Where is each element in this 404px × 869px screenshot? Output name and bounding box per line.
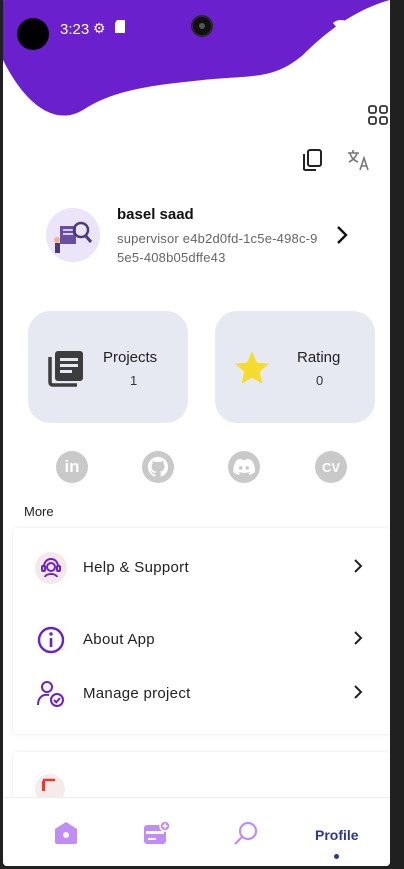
menu-item-label: About App xyxy=(83,631,155,648)
github-icon[interactable] xyxy=(142,451,174,483)
menu-item-label: Manage project xyxy=(83,685,191,702)
profile-name: basel saad xyxy=(117,206,194,223)
manage-users-icon xyxy=(35,678,67,710)
translate-icon[interactable] xyxy=(345,147,373,173)
app-screen: 3:23 ⚙ basel saad supervisor e4b2d0fd-1c… xyxy=(3,0,390,866)
copy-icon[interactable] xyxy=(299,147,325,173)
star-icon xyxy=(235,351,269,384)
projects-value: 1 xyxy=(130,373,138,388)
qr-scan-icon[interactable] xyxy=(365,102,390,128)
more-section-label: More xyxy=(24,504,54,519)
rating-value: 0 xyxy=(316,373,324,388)
battery-icon xyxy=(375,19,384,34)
settings-gear-icon: ⚙ xyxy=(93,20,106,36)
projects-stat-card[interactable]: Projects 1 xyxy=(28,311,188,423)
cv-icon[interactable]: CV xyxy=(315,451,347,483)
rating-label: Rating xyxy=(297,349,341,366)
profile-role-id: supervisor e4b2d0fd-1c5e-498c-95e5-408b0… xyxy=(117,231,318,265)
discord-icon[interactable] xyxy=(228,451,260,483)
avatar xyxy=(46,208,100,262)
info-icon xyxy=(35,624,67,656)
chevron-right-icon xyxy=(354,559,363,573)
menu-item-manage-project[interactable]: Manage project xyxy=(13,672,390,716)
profile-card[interactable]: basel saad supervisor e4b2d0fd-1c5e-498c… xyxy=(43,203,363,273)
cv-text: CV xyxy=(321,459,341,475)
linkedin-icon[interactable]: in xyxy=(56,451,88,483)
bottom-navigation: Profile xyxy=(3,797,390,866)
rating-stat-card[interactable]: Rating 0 xyxy=(215,311,375,423)
chevron-right-icon[interactable] xyxy=(335,225,349,245)
support-agent-icon xyxy=(35,552,67,584)
front-camera xyxy=(191,15,213,37)
nav-profile-label[interactable]: Profile xyxy=(315,827,359,843)
system-icons xyxy=(333,19,384,34)
phone-frame: 3:23 ⚙ basel saad supervisor e4b2d0fd-1c… xyxy=(0,0,404,869)
menu-item-about-app[interactable]: About App xyxy=(13,618,390,662)
search-icon[interactable] xyxy=(233,820,259,851)
wifi-icon xyxy=(333,20,349,33)
linkedin-text: in xyxy=(64,457,80,476)
status-bar: 3:23 ⚙ xyxy=(3,0,390,56)
punch-hole-camera xyxy=(17,18,49,50)
chevron-right-icon xyxy=(354,685,363,699)
menu-item-help-support[interactable]: Help & Support xyxy=(13,546,390,590)
menu-card: Help & Support About App Manage project xyxy=(13,528,390,734)
menu-item-label: Help & Support xyxy=(83,559,189,576)
projects-label: Projects xyxy=(103,349,158,366)
signal-icon xyxy=(355,19,369,34)
documents-icon xyxy=(48,351,83,387)
sim-card-icon xyxy=(115,20,125,36)
active-indicator-dot xyxy=(334,854,339,859)
status-time: 3:23 xyxy=(60,21,90,38)
chevron-right-icon xyxy=(354,631,363,645)
add-card-icon[interactable] xyxy=(143,820,171,851)
home-icon[interactable] xyxy=(53,820,79,851)
